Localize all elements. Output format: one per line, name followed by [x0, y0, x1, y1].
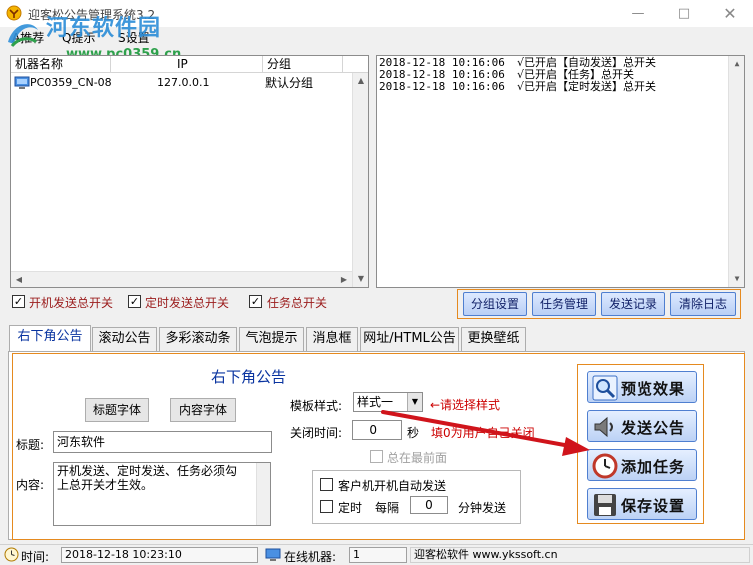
- send-records-button[interactable]: 发送记录: [601, 292, 665, 316]
- log-box[interactable]: 2018-12-18 10:16:06 √已开启【自动发送】总开关 2018-1…: [376, 55, 745, 288]
- send-notice-label: 发送公告: [621, 419, 686, 437]
- list-horizontal-scrollbar[interactable]: ◀ ▶: [11, 271, 352, 287]
- clock-icon: [4, 547, 19, 562]
- clock-icon: [592, 453, 618, 479]
- close-time-unit: 秒: [407, 426, 420, 440]
- minimize-icon[interactable]: —: [615, 0, 661, 27]
- clear-log-button[interactable]: 清除日志: [670, 292, 736, 316]
- watermark-logo-icon: [8, 24, 38, 48]
- tab-bubble-tip[interactable]: 气泡提示: [239, 327, 304, 351]
- tab-url-html-notice[interactable]: 网址/HTML公告: [360, 327, 459, 351]
- time-value: 2018-12-18 10:23:10: [61, 547, 258, 563]
- timed-send-switch-checkbox[interactable]: ✓: [128, 295, 141, 308]
- boot-send-switch-checkbox[interactable]: ✓: [12, 295, 25, 308]
- machine-list[interactable]: 机器名称 IP 分组 PC0359_CN-08 127.0.0.1 默认分组 ▲…: [10, 55, 369, 288]
- preview-button[interactable]: 预览效果: [587, 371, 697, 403]
- watermark-text: 河东软件园: [46, 16, 162, 41]
- style-select[interactable]: 样式一 ▼: [353, 392, 423, 412]
- timed-send-switch-label[interactable]: 定时发送总开关: [145, 294, 229, 311]
- style-select-value: 样式一: [357, 395, 394, 409]
- computer-icon: [14, 76, 30, 89]
- maximize-icon[interactable]: □: [661, 0, 707, 27]
- close-time-label: 关闭时间:: [290, 426, 343, 440]
- timed-label[interactable]: 定时: [338, 499, 362, 516]
- title-input[interactable]: 河东软件: [53, 431, 272, 453]
- machine-ip-cell[interactable]: 127.0.0.1: [157, 74, 209, 92]
- content-font-button[interactable]: 内容字体: [170, 398, 236, 422]
- content-textarea[interactable]: 开机发送、定时发送、任务必须勾上总开关才生效。: [53, 462, 271, 526]
- close-icon[interactable]: ✕: [707, 0, 753, 27]
- log-vertical-scrollbar[interactable]: ▲ ▼: [728, 56, 744, 287]
- task-manage-button[interactable]: 任务管理: [532, 292, 596, 316]
- style-hint: ←请选择样式: [430, 398, 501, 412]
- close-time-input[interactable]: 0: [352, 420, 402, 440]
- scroll-right-icon[interactable]: ▶: [336, 272, 352, 288]
- tab-scroll-notice[interactable]: 滚动公告: [92, 327, 157, 351]
- content-scrollbar[interactable]: [256, 463, 270, 525]
- topmost-checkbox[interactable]: [370, 450, 383, 463]
- monitor-icon: [265, 548, 281, 561]
- chevron-down-icon[interactable]: ▼: [407, 393, 422, 411]
- online-machines-value: 1: [349, 547, 407, 563]
- floppy-disk-icon: [594, 494, 616, 516]
- auto-send-checkbox[interactable]: [320, 478, 333, 491]
- scroll-down-icon[interactable]: ▼: [353, 271, 369, 287]
- content-text: 开机发送、定时发送、任务必须勾上总开关才生效。: [57, 464, 238, 492]
- interval-unit: 分钟发送: [458, 501, 507, 515]
- save-settings-button[interactable]: 保存设置: [587, 488, 697, 520]
- title-font-button[interactable]: 标题字体: [85, 398, 149, 422]
- scroll-up-icon[interactable]: ▲: [729, 56, 745, 72]
- save-settings-label: 保存设置: [621, 497, 686, 515]
- scroll-left-icon[interactable]: ◀: [11, 272, 27, 288]
- content-label: 内容:: [16, 478, 45, 492]
- tab-bottom-right-notice[interactable]: 右下角公告: [9, 325, 91, 351]
- tab-message-box[interactable]: 消息框: [306, 327, 358, 351]
- machine-name-cell[interactable]: PC0359_CN-08: [30, 74, 112, 92]
- task-switch-checkbox[interactable]: ✓: [249, 295, 262, 308]
- topmost-label: 总在最前面: [387, 451, 448, 465]
- scroll-down-icon[interactable]: ▼: [729, 271, 745, 287]
- auto-send-label[interactable]: 客户机开机自动发送: [338, 477, 446, 494]
- tab-color-scrollbar[interactable]: 多彩滚动条: [159, 327, 237, 351]
- close-time-hint: 填0为用户自己关闭: [431, 426, 535, 440]
- magnifier-icon: [592, 375, 618, 401]
- add-task-label: 添加任务: [621, 458, 686, 476]
- boot-send-switch-label[interactable]: 开机发送总开关: [29, 294, 113, 311]
- log-time: 2018-12-18 10:16:06: [379, 80, 505, 93]
- interval-input[interactable]: 0: [410, 496, 448, 514]
- list-header: 机器名称 IP 分组: [11, 56, 368, 73]
- brand-text[interactable]: 迎客松软件 www.ykssoft.cn: [410, 547, 750, 563]
- online-machines-label: 在线机器:: [284, 550, 337, 564]
- title-label: 标题:: [16, 438, 45, 452]
- status-bar: 时间: 2018-12-18 10:23:10 在线机器: 1 迎客松软件 ww…: [0, 544, 753, 564]
- send-notice-button[interactable]: 发送公告: [587, 410, 697, 442]
- time-label: 时间:: [21, 550, 50, 564]
- every-label: 每隔: [375, 501, 400, 515]
- speaker-icon: [594, 416, 613, 438]
- timed-checkbox[interactable]: [320, 500, 333, 513]
- scroll-up-icon[interactable]: ▲: [353, 73, 369, 89]
- group-settings-button[interactable]: 分组设置: [463, 292, 527, 316]
- preview-label: 预览效果: [621, 380, 686, 398]
- column-header-name[interactable]: 机器名称: [11, 56, 111, 73]
- list-vertical-scrollbar[interactable]: ▲ ▼: [352, 73, 368, 287]
- log-message: √已开启【定时发送】总开关: [517, 80, 657, 93]
- add-task-button[interactable]: 添加任务: [587, 449, 697, 481]
- task-switch-label[interactable]: 任务总开关: [267, 294, 327, 311]
- machine-group-cell[interactable]: 默认分组: [265, 74, 313, 92]
- tab-change-wallpaper[interactable]: 更换壁纸: [461, 327, 526, 351]
- column-header-group[interactable]: 分组: [263, 56, 343, 73]
- panel-title: 右下角公告: [211, 368, 287, 386]
- style-label: 模板样式:: [290, 399, 343, 413]
- column-header-ip[interactable]: IP: [111, 56, 263, 73]
- log-line: 2018-12-18 10:16:06 √已开启【定时发送】总开关: [379, 80, 656, 93]
